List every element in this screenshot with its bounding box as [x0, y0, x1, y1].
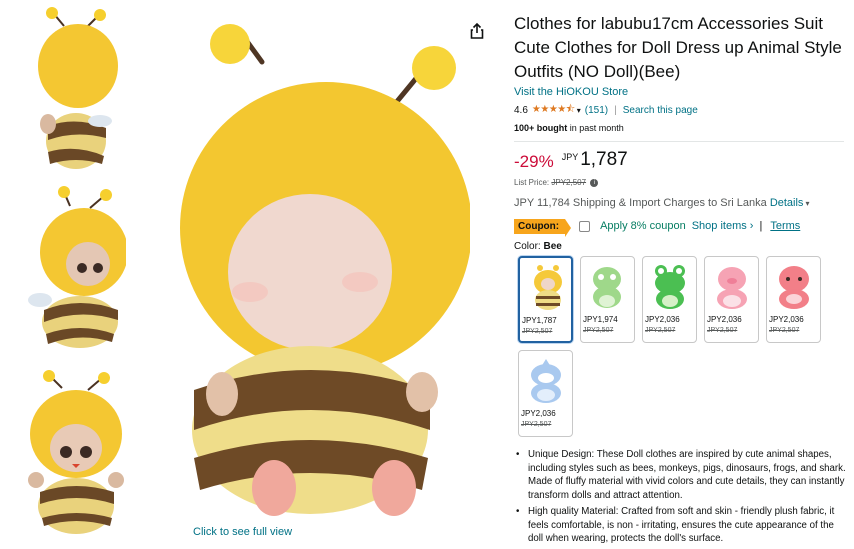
divider-line — [514, 141, 844, 142]
color-swatches: JPY1,787 JPY2,507 JPY1,974 JPY2,507 JPY2… — [514, 256, 844, 441]
list-price: List Price: JPY2,507 i — [514, 178, 844, 187]
list-price-label: List Price: — [514, 178, 550, 187]
swatch-price: JPY2,036 — [521, 409, 556, 418]
swatch-list-price: JPY2,507 — [707, 327, 738, 334]
shop-items-link[interactable]: Shop items › — [692, 220, 754, 232]
swatch-pig[interactable]: JPY2,036 JPY2,507 — [704, 256, 759, 343]
bee-swatch-image — [534, 265, 562, 310]
coupon-checkbox[interactable] — [579, 220, 591, 232]
price-row: -29% JPY 1,787 — [514, 148, 844, 176]
swatch-price: JPY2,036 — [769, 315, 804, 324]
rating-count-link[interactable]: (151) — [585, 105, 608, 116]
shipping-info: JPY 11,784 Shipping & Import Charges to … — [514, 197, 844, 209]
thumbnail-bee-front[interactable] — [18, 368, 126, 538]
terms-link[interactable]: Terms — [770, 220, 800, 232]
octopus-swatch-image — [779, 266, 809, 309]
swatch-shark[interactable]: JPY2,036 JPY2,507 — [518, 350, 573, 437]
swatch-price: JPY1,787 — [522, 316, 557, 325]
bee-side-image — [28, 186, 126, 348]
coupon-row: Coupon: Apply 8% coupon Shop items › | T… — [514, 217, 844, 237]
shipping-details-link[interactable]: Details — [770, 197, 804, 209]
rating-value: 4.6 — [514, 104, 528, 116]
coupon-badge: Coupon: — [514, 218, 572, 237]
swatch-list-price: JPY2,507 — [583, 327, 614, 334]
swatch-price: JPY2,036 — [707, 315, 742, 324]
thumbnail-bee-back[interactable] — [18, 6, 126, 176]
bought-period: in past month — [567, 123, 624, 133]
bee-front-image — [28, 370, 124, 534]
share-icon[interactable] — [468, 22, 486, 40]
feature-bullets: Unique Design: These Doll clothes are in… — [514, 448, 846, 549]
price-amount: 1,787 — [580, 149, 628, 170]
swatch-list-price: JPY2,507 — [769, 327, 800, 334]
see-full-view-link[interactable]: Click to see full view — [193, 526, 292, 538]
bought-count: 100+ bought — [514, 123, 568, 133]
thumbnail-bee-side[interactable] — [18, 186, 126, 356]
price-currency: JPY — [561, 152, 579, 162]
feature-bullet: Unique Design: These Doll clothes are in… — [514, 448, 846, 502]
coupon-separator: | — [759, 220, 763, 232]
color-label-text: Color: — [514, 241, 541, 252]
color-label: Color: Bee — [514, 241, 844, 252]
swatch-price: JPY2,036 — [645, 315, 680, 324]
swatch-list-price: JPY2,507 — [522, 328, 553, 335]
discount-percent: -29% — [514, 152, 554, 171]
swatch-dinosaur[interactable]: JPY1,974 JPY2,507 — [580, 256, 635, 343]
list-price-value: JPY2,507 — [551, 178, 587, 187]
swatch-octopus[interactable]: JPY2,036 JPY2,507 — [766, 256, 821, 343]
frog-swatch-image — [655, 265, 685, 309]
bee-back-image — [38, 7, 118, 169]
chevron-down-icon[interactable]: ▾ — [805, 199, 809, 208]
swatch-price: JPY1,974 — [583, 315, 618, 324]
product-details: Clothes for labubu17cm Accessories Suit … — [514, 12, 844, 441]
shipping-text: JPY 11,784 Shipping & Import Charges to … — [514, 197, 767, 209]
search-page-link[interactable]: Search this page — [623, 105, 698, 116]
swatch-list-price: JPY2,507 — [521, 421, 552, 428]
rating-stars[interactable]: ★★★★⯪ — [532, 102, 575, 119]
swatch-frog[interactable]: JPY2,036 JPY2,507 — [642, 256, 697, 343]
color-selected-value: Bee — [543, 241, 562, 252]
info-icon[interactable]: i — [590, 178, 599, 187]
divider: | — [614, 104, 617, 116]
store-link[interactable]: Visit the HiOKOU Store — [514, 86, 844, 98]
coupon-apply-text: Apply 8% coupon — [600, 220, 686, 232]
bought-info: 100+ bought in past month — [514, 123, 844, 133]
chevron-down-icon[interactable]: ▾ — [577, 106, 581, 115]
feature-bullet: High quality Material: Crafted from soft… — [514, 505, 846, 546]
main-product-image[interactable] — [150, 10, 470, 525]
dinosaur-swatch-image — [593, 267, 621, 308]
shark-swatch-image — [531, 359, 561, 403]
swatch-bee[interactable]: JPY1,787 JPY2,507 — [518, 256, 573, 343]
bee-doll-main-image — [180, 24, 470, 516]
swatch-list-price: JPY2,507 — [645, 327, 676, 334]
product-title: Clothes for labubu17cm Accessories Suit … — [514, 14, 842, 81]
pig-swatch-image — [717, 267, 747, 309]
rating-row: 4.6 ★★★★⯪ ▾ (151) | Search this page — [514, 103, 844, 117]
